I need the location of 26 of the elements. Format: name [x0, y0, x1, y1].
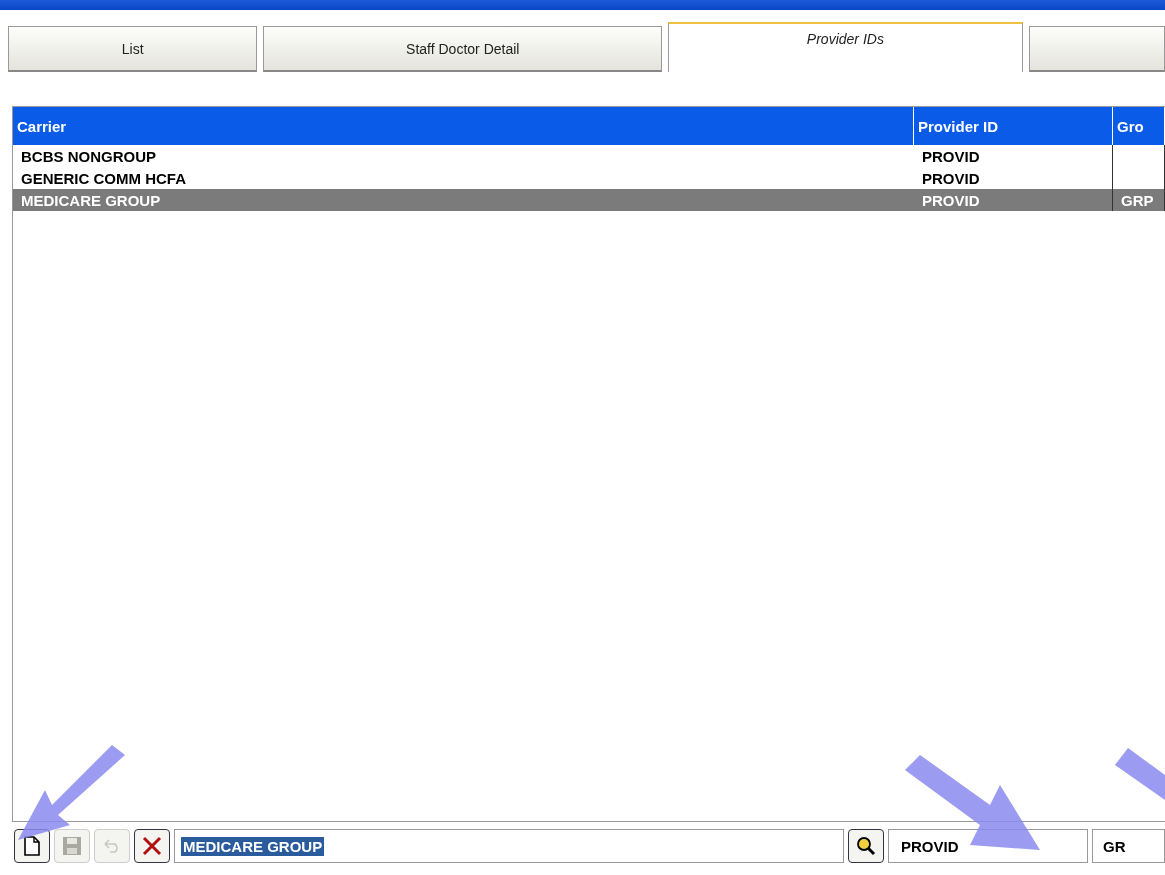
selected-row[interactable]: MEDICARE GROUP PROVID GRP	[13, 189, 1165, 211]
table-cell: GENERIC COMM HCFA	[21, 169, 186, 187]
carrier-field[interactable]: MEDICARE GROUP	[174, 829, 844, 863]
table-cell: PROVID	[922, 191, 980, 209]
delete-icon	[141, 835, 163, 857]
pointer-arrow	[1115, 748, 1165, 800]
delete-button[interactable]	[134, 829, 170, 863]
table-row[interactable]: BCBS NONGROUP PROVID	[13, 145, 1165, 167]
table-cell: PROVID	[922, 169, 980, 187]
table-cell: MEDICARE GROUP	[21, 191, 161, 209]
tab[interactable]: List	[8, 26, 258, 72]
search-button[interactable]	[848, 829, 884, 863]
page-icon	[23, 836, 41, 856]
tab[interactable]: Staff Doctor Detail	[263, 26, 663, 72]
table-cell: PROVID	[922, 147, 980, 165]
tab[interactable]: Provider IDs	[668, 22, 1023, 72]
table-cell: GRP	[1121, 191, 1154, 209]
column-header[interactable]: Provider ID	[914, 107, 1113, 145]
search-icon	[855, 835, 877, 857]
column-header[interactable]: Gro	[1113, 107, 1165, 145]
table-cell: BCBS NONGROUP	[21, 147, 156, 165]
tab[interactable]	[1028, 26, 1165, 72]
group-field[interactable]: GR	[1092, 829, 1165, 863]
selected-text: MEDICARE GROUP	[181, 836, 325, 856]
save-icon	[62, 836, 82, 856]
column-header[interactable]: Carrier	[13, 107, 914, 145]
